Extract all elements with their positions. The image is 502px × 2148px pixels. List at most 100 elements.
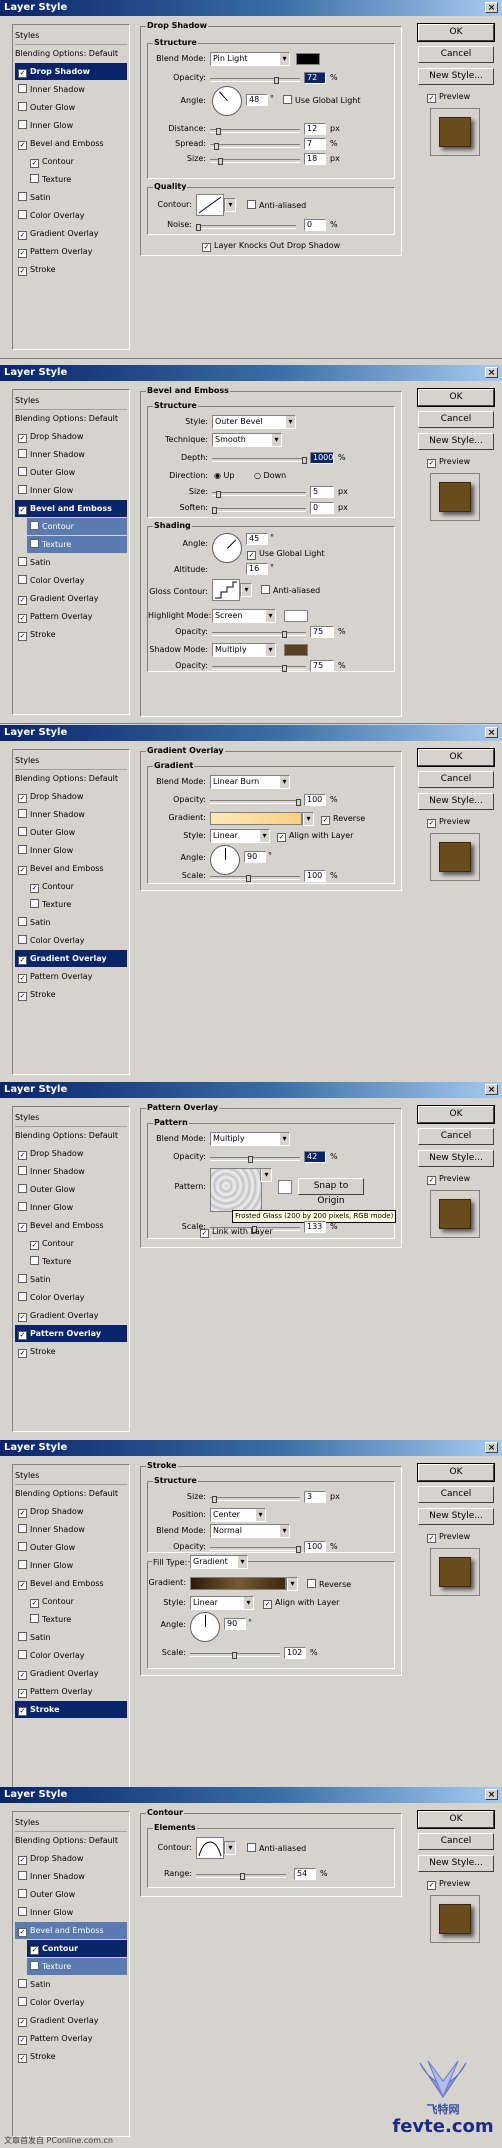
- depth-slider-thumb[interactable]: [302, 457, 307, 464]
- list-item-color-overlay[interactable]: Color Overlay: [15, 1647, 127, 1664]
- checkbox[interactable]: ✓: [202, 243, 211, 252]
- checkbox[interactable]: ✓: [427, 459, 436, 468]
- opacity-slider-thumb[interactable]: [296, 799, 301, 806]
- list-item-pattern-overlay[interactable]: ✓ Pattern Overlay: [15, 1683, 127, 1700]
- snap-to-origin-button[interactable]: Snap to Origin: [298, 1178, 364, 1206]
- list-item-inner-shadow[interactable]: Inner Shadow: [15, 1521, 127, 1538]
- angle-dial[interactable]: [212, 86, 242, 116]
- cancel-button[interactable]: Cancel: [418, 411, 494, 428]
- pattern-dropdown[interactable]: [260, 1168, 272, 1182]
- opacity-slider-thumb[interactable]: [296, 1546, 301, 1553]
- gradient-swatch[interactable]: [210, 812, 302, 825]
- list-item-satin[interactable]: Satin: [15, 1271, 127, 1288]
- list-item-stroke[interactable]: ✓ Stroke: [15, 261, 127, 278]
- scale-slider-thumb[interactable]: [232, 1652, 237, 1659]
- list-item-drop-shadow[interactable]: ✓ Drop Shadow: [15, 1850, 127, 1867]
- checkbox[interactable]: [30, 899, 39, 908]
- list-item-color-overlay[interactable]: Color Overlay: [15, 932, 127, 949]
- soften-input[interactable]: 0: [310, 502, 334, 514]
- scale-input[interactable]: 100: [304, 870, 326, 882]
- list-item-styles[interactable]: Styles: [15, 752, 127, 770]
- list-item-gradient-overlay[interactable]: ✓ Gradient Overlay: [15, 2012, 127, 2029]
- list-item-outer-glow[interactable]: Outer Glow: [15, 1181, 127, 1198]
- list-item-texture[interactable]: Texture: [27, 1253, 127, 1270]
- checkbox[interactable]: ✓: [427, 94, 436, 103]
- gloss-contour-dropdown[interactable]: [240, 583, 252, 597]
- checkbox[interactable]: ✓: [18, 2018, 27, 2027]
- checkbox[interactable]: [18, 1650, 27, 1659]
- spread-input[interactable]: 7: [304, 138, 326, 150]
- list-item-outer-glow[interactable]: Outer Glow: [15, 824, 127, 841]
- list-item-blending-options[interactable]: Blending Options: Default: [15, 410, 127, 427]
- list-item-texture[interactable]: Texture: [27, 896, 127, 913]
- highlight-opacity-slider[interactable]: [212, 632, 306, 636]
- preview-toggle[interactable]: ✓ Preview: [424, 817, 470, 828]
- style-select[interactable]: Linear: [210, 829, 270, 843]
- list-item-inner-shadow[interactable]: Inner Shadow: [15, 81, 127, 98]
- checkbox[interactable]: [18, 1292, 27, 1301]
- list-item-inner-glow[interactable]: Inner Glow: [15, 842, 127, 859]
- size-input[interactable]: 3: [304, 1491, 326, 1503]
- checkbox[interactable]: ✓: [18, 1151, 27, 1160]
- list-item-drop-shadow[interactable]: ✓ Drop Shadow: [15, 1503, 127, 1520]
- altitude-input[interactable]: 16: [246, 563, 268, 575]
- list-item-inner-shadow[interactable]: Inner Shadow: [15, 806, 127, 823]
- cancel-button[interactable]: Cancel: [418, 46, 494, 63]
- checkbox[interactable]: [30, 521, 39, 530]
- soften-slider-thumb[interactable]: [212, 507, 217, 514]
- list-item-satin[interactable]: Satin: [15, 1629, 127, 1646]
- use-global-light[interactable]: Use Global Light: [280, 95, 361, 105]
- ok-button[interactable]: OK: [417, 1105, 495, 1124]
- list-item-satin[interactable]: Satin: [15, 554, 127, 571]
- checkbox[interactable]: ✓: [18, 1707, 27, 1716]
- checkbox[interactable]: ✓: [18, 1349, 27, 1358]
- checkbox[interactable]: ✓: [30, 1241, 39, 1250]
- list-item-stroke[interactable]: ✓ Stroke: [15, 1701, 127, 1718]
- new-style-button[interactable]: New Style...: [418, 68, 494, 85]
- checkbox[interactable]: [283, 95, 292, 104]
- list-item-blending-options[interactable]: Blending Options: Default: [15, 770, 127, 787]
- list-item-styles[interactable]: Styles: [15, 1109, 127, 1127]
- cancel-button[interactable]: Cancel: [418, 1486, 494, 1503]
- checkbox[interactable]: ✓: [277, 833, 286, 842]
- shadow-opacity-thumb[interactable]: [282, 665, 287, 672]
- checkbox[interactable]: ✓: [18, 956, 27, 965]
- spread-slider[interactable]: [210, 144, 300, 148]
- contour-picker[interactable]: [196, 1837, 224, 1859]
- checkbox[interactable]: ✓: [18, 974, 27, 983]
- scale-input[interactable]: 102: [284, 1647, 306, 1659]
- checkbox[interactable]: [18, 1524, 27, 1533]
- list-item-inner-glow[interactable]: Inner Glow: [15, 1557, 127, 1574]
- checkbox[interactable]: [18, 1184, 27, 1193]
- list-item-contour[interactable]: ✓ Contour: [27, 153, 127, 170]
- ok-button[interactable]: OK: [417, 748, 495, 767]
- checkbox[interactable]: [30, 1256, 39, 1265]
- checkbox[interactable]: ✓: [427, 1534, 436, 1543]
- shadow-mode-select[interactable]: Multiply: [212, 643, 276, 657]
- checkbox[interactable]: ✓: [18, 249, 27, 258]
- list-item-drop-shadow[interactable]: ✓ Drop Shadow: [15, 1145, 127, 1162]
- checkbox[interactable]: [18, 1979, 27, 1988]
- list-item-stroke[interactable]: ✓ Stroke: [15, 626, 127, 643]
- list-item-blending-options[interactable]: Blending Options: Default: [15, 1832, 127, 1849]
- shadow-opacity-input[interactable]: 75: [310, 660, 334, 672]
- checkbox[interactable]: ✓: [18, 506, 27, 515]
- checkbox[interactable]: ✓: [18, 614, 27, 623]
- list-item-drop-shadow[interactable]: ✓ Drop Shadow: [15, 788, 127, 805]
- list-item-stroke[interactable]: ✓ Stroke: [15, 1343, 127, 1360]
- list-item-color-overlay[interactable]: Color Overlay: [15, 207, 127, 224]
- preview-toggle[interactable]: ✓ Preview: [424, 1879, 470, 1890]
- list-item-drop-shadow[interactable]: ✓ Drop Shadow: [15, 63, 127, 80]
- list-item-contour[interactable]: ✓ Contour: [27, 878, 127, 895]
- checkbox[interactable]: ✓: [18, 1509, 27, 1518]
- preview-toggle[interactable]: ✓ Preview: [424, 1532, 470, 1543]
- anti-aliased[interactable]: Anti-aliased: [244, 200, 306, 210]
- list-item-bevel-emboss[interactable]: ✓ Bevel and Emboss: [15, 135, 127, 152]
- highlight-color-swatch[interactable]: [284, 610, 308, 622]
- checkbox[interactable]: [307, 1579, 316, 1588]
- ok-button[interactable]: OK: [417, 1810, 495, 1829]
- new-style-button[interactable]: New Style...: [418, 1855, 494, 1872]
- checkbox[interactable]: [18, 1997, 27, 2006]
- angle-input[interactable]: 90: [224, 1618, 246, 1630]
- list-item-outer-glow[interactable]: Outer Glow: [15, 99, 127, 116]
